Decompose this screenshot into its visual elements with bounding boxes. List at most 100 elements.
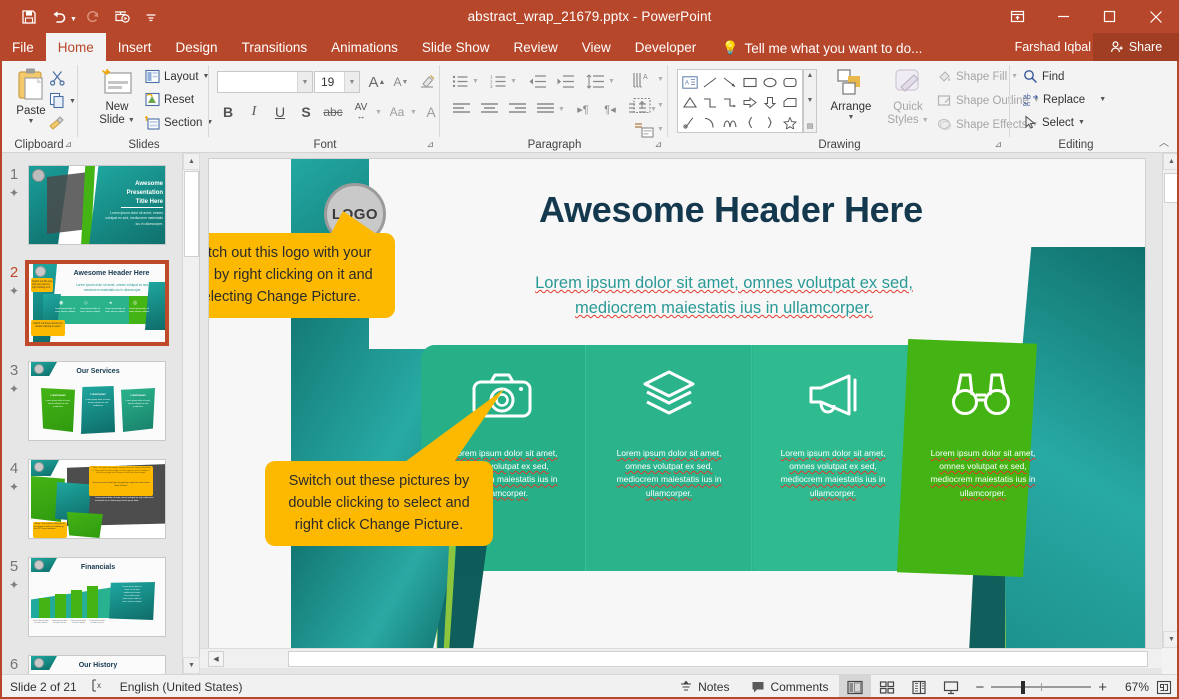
bullets-caret[interactable]: ▼: [472, 78, 479, 85]
zoom-in-button[interactable]: +: [1098, 679, 1107, 696]
align-center-icon[interactable]: [477, 99, 501, 119]
notes-button[interactable]: Notes: [668, 675, 740, 699]
account-name[interactable]: Farshad Iqbal: [1015, 33, 1091, 61]
change-case-button[interactable]: Aa: [385, 101, 409, 123]
font-dialog-launcher[interactable]: ⊿: [426, 139, 434, 150]
spellcheck-icon[interactable]: x: [91, 678, 106, 696]
italic-button[interactable]: I: [243, 101, 265, 123]
shapes-more-icon[interactable]: ▤: [807, 122, 814, 130]
minimize-icon[interactable]: [1040, 0, 1086, 33]
tab-transitions[interactable]: Transitions: [230, 33, 320, 61]
numbering-icon[interactable]: 123: [487, 71, 509, 91]
strikethrough-button[interactable]: abc: [321, 101, 345, 123]
underline-button[interactable]: U: [269, 101, 291, 123]
reset-button[interactable]: Reset: [145, 92, 194, 107]
shapes-scroll-up-icon[interactable]: ▲: [807, 72, 814, 79]
shape-triangle-icon[interactable]: [680, 92, 700, 112]
new-slide-dropdown-caret[interactable]: ▼: [128, 117, 135, 125]
clear-formatting-icon[interactable]: [416, 71, 438, 93]
cut-icon[interactable]: [46, 67, 68, 87]
horizontal-scrollbar-thumb[interactable]: [288, 651, 1148, 667]
shape-rectangle-icon[interactable]: [740, 72, 760, 92]
right-to-left-icon[interactable]: ¶◂: [598, 99, 622, 119]
shape-folded-corner-icon[interactable]: [780, 92, 800, 112]
bold-button[interactable]: B: [217, 101, 239, 123]
thumbnail-scrollbar-thumb[interactable]: [184, 171, 199, 257]
grow-font-icon[interactable]: A▲: [366, 71, 388, 93]
arrange-button[interactable]: Arrange ▼: [821, 67, 881, 122]
thumbnail-slide-4[interactable]: **Note - To switch out images simply sel…: [28, 459, 166, 539]
thumbnail-row-6[interactable]: 6 Our History: [0, 655, 200, 674]
pictures-callout[interactable]: Switch out these pictures by double clic…: [265, 461, 493, 546]
text-shadow-button[interactable]: S: [295, 101, 317, 123]
close-icon[interactable]: [1132, 0, 1179, 33]
logo-callout[interactable]: Switch out this logo with your own by ri…: [208, 233, 395, 318]
thumbnail-slide-1[interactable]: AwesomePresentationTitle Here Lorem ipsu…: [28, 165, 166, 245]
tab-review[interactable]: Review: [501, 33, 569, 61]
shapes-gallery-scrollbar[interactable]: ▲ ▼ ▤: [803, 69, 817, 133]
tab-developer[interactable]: Developer: [623, 33, 709, 61]
drawing-dialog-launcher[interactable]: ⊿: [994, 139, 1002, 150]
thumbnail-row-3[interactable]: 3 ✦ Our Services Lorem Ipsum Lorem Ipsum…: [0, 361, 200, 441]
thumbnail-row-1[interactable]: 1 ✦ AwesomePresentationTitle Here Lorem …: [0, 165, 200, 245]
align-text-icon[interactable]: [630, 95, 656, 117]
layout-button[interactable]: Layout ▼: [145, 69, 209, 84]
replace-caret[interactable]: ▼: [1099, 96, 1106, 103]
tab-design[interactable]: Design: [164, 33, 230, 61]
language-label[interactable]: English (United States): [120, 680, 243, 694]
zoom-out-button[interactable]: −: [975, 679, 984, 696]
shape-arc-icon[interactable]: [700, 112, 720, 132]
replace-button[interactable]: abac Replace ▼: [1023, 92, 1106, 107]
ribbon-display-options-icon[interactable]: [994, 0, 1040, 33]
quick-styles-button[interactable]: Quick Styles ▼: [880, 67, 936, 127]
shape-oval-icon[interactable]: [760, 72, 780, 92]
fit-slide-to-window-icon[interactable]: [1149, 675, 1179, 699]
shape-left-brace-icon[interactable]: [740, 112, 760, 132]
text-direction-icon[interactable]: A: [630, 69, 656, 91]
align-right-icon[interactable]: [505, 99, 529, 119]
thumbnail-row-4[interactable]: 4 ✦ **Note - To switch out images simply…: [0, 459, 200, 539]
maximize-icon[interactable]: [1086, 0, 1132, 33]
tab-file[interactable]: File: [0, 33, 46, 61]
section-button[interactable]: Section ▼: [145, 115, 213, 130]
shape-right-arrow-icon[interactable]: [740, 92, 760, 112]
increase-indent-icon[interactable]: [553, 71, 577, 91]
tell-me-search[interactable]: 💡 Tell me what you want to do...: [722, 40, 922, 61]
customize-qat-icon[interactable]: [138, 4, 164, 29]
shapes-scroll-down-icon[interactable]: ▼: [807, 97, 814, 104]
font-size-combo[interactable]: 19 ▼: [314, 71, 360, 93]
shapes-gallery[interactable]: A: [677, 69, 803, 133]
font-name-combo[interactable]: ▼: [217, 71, 313, 93]
line-spacing-caret[interactable]: ▼: [608, 78, 615, 85]
shape-right-brace-icon[interactable]: [760, 112, 780, 132]
clipboard-dialog-launcher[interactable]: ⊿: [64, 139, 72, 150]
paste-dropdown-caret[interactable]: ▼: [28, 118, 35, 126]
share-button[interactable]: Share: [1093, 33, 1179, 61]
thumbnail-slide-3[interactable]: Our Services Lorem Ipsum Lorem Ipsum Lor…: [28, 361, 166, 441]
thumbnail-scroll-down-icon[interactable]: ▼: [183, 657, 200, 674]
slide-sorter-icon[interactable]: [871, 675, 903, 699]
justify-caret[interactable]: ▼: [558, 106, 565, 113]
zoom-slider[interactable]: − +: [967, 679, 1115, 696]
copy-dropdown-caret[interactable]: ▼: [69, 98, 76, 105]
reading-view-icon[interactable]: [903, 675, 935, 699]
copy-icon[interactable]: [46, 90, 68, 110]
thumbnail-pane-scrollbar[interactable]: ▲ ▼: [182, 153, 199, 674]
justify-icon[interactable]: [533, 99, 557, 119]
tab-insert[interactable]: Insert: [106, 33, 164, 61]
collapse-ribbon-icon[interactable]: ︿: [1159, 134, 1169, 149]
convert-to-smartart-icon[interactable]: [630, 119, 656, 141]
shape-rounded-rectangle-icon[interactable]: [780, 72, 800, 92]
slide-subtitle-text[interactable]: Lorem ipsum dolor sit amet, omnes volutp…: [509, 271, 939, 321]
tab-home[interactable]: Home: [46, 33, 106, 61]
current-slide[interactable]: LOGO Awesome Header Here Lorem ipsum dol…: [208, 158, 1146, 653]
thumbnail-scroll-up-icon[interactable]: ▲: [183, 153, 200, 170]
font-size-caret[interactable]: ▼: [344, 72, 359, 92]
comments-button[interactable]: Comments: [740, 675, 839, 699]
shape-star-icon[interactable]: [780, 112, 800, 132]
bullets-icon[interactable]: [449, 71, 471, 91]
slide-editing-area[interactable]: LOGO Awesome Header Here Lorem ipsum dol…: [200, 153, 1162, 674]
numbering-caret[interactable]: ▼: [510, 78, 517, 85]
shape-fill-button[interactable]: Shape Fill ▼: [937, 69, 1018, 84]
shape-line-icon[interactable]: [700, 72, 720, 92]
